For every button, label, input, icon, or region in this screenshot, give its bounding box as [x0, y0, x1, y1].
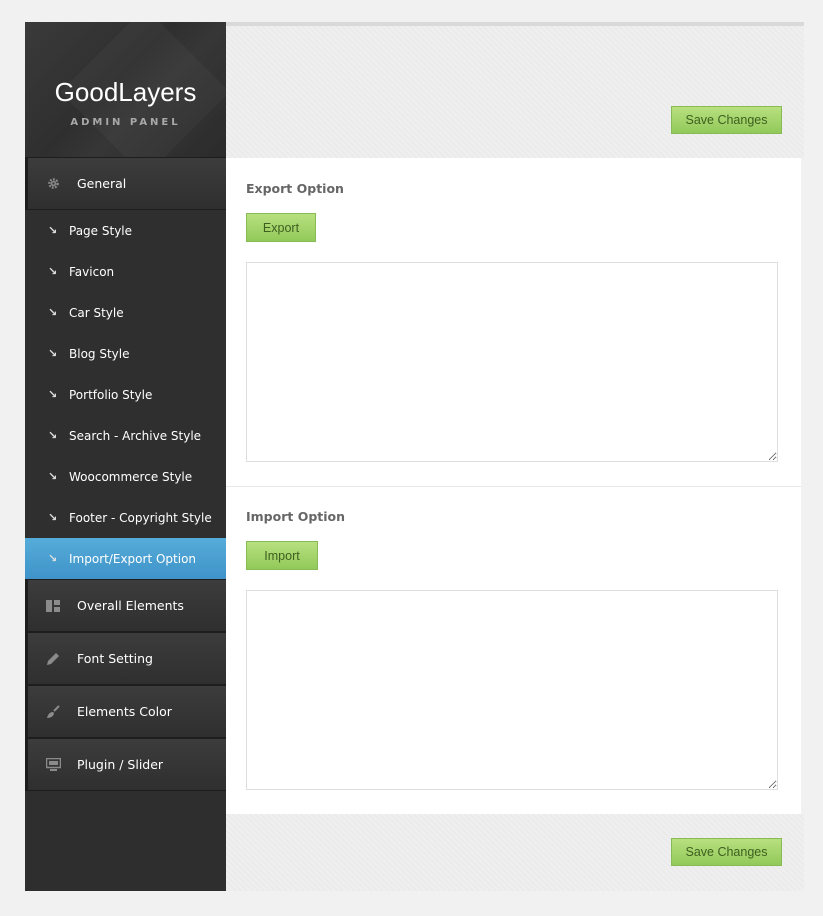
- sidebar-subitem-label: Car Style: [69, 305, 124, 320]
- arrow-down-right-icon: ↘: [48, 347, 58, 360]
- brand-title: GoodLayers: [54, 77, 197, 107]
- arrow-down-right-icon: ↘: [48, 306, 58, 319]
- sidebar-subitem-page-style[interactable]: ↘ Page Style: [25, 210, 226, 251]
- sidebar-subitem-search-archive-style[interactable]: ↘ Search - Archive Style: [25, 415, 226, 456]
- sidebar-subitem-label: Import/Export Option: [69, 551, 197, 566]
- sidebar-item-label: Elements Color: [77, 704, 172, 719]
- menu-edge: [25, 633, 28, 684]
- sidebar-subitem-label: Blog Style: [69, 346, 130, 361]
- main-content: Export Option Export Import Option Impor…: [226, 158, 801, 814]
- sidebar-subitem-car-style[interactable]: ↘ Car Style: [25, 292, 226, 333]
- arrow-down-right-icon: ↘: [48, 511, 58, 524]
- menu-edge: [25, 739, 28, 790]
- sidebar-item-plugin-slider[interactable]: Plugin / Slider: [25, 738, 226, 791]
- menu-edge: [25, 580, 28, 631]
- arrow-down-right-icon: ↘: [48, 224, 58, 237]
- monitor-icon: [45, 757, 61, 773]
- sidebar-item-label: Plugin / Slider: [77, 757, 164, 772]
- layout-icon: [45, 598, 61, 614]
- sidebar-item-overall-elements[interactable]: Overall Elements: [25, 579, 226, 632]
- save-changes-button-bottom[interactable]: Save Changes: [671, 838, 782, 866]
- sidebar: GoodLayers ADMIN PANEL General ↘ Page St…: [25, 22, 226, 891]
- sidebar-item-general[interactable]: General: [25, 157, 226, 210]
- sidebar-subitem-portfolio-style[interactable]: ↘ Portfolio Style: [25, 374, 226, 415]
- menu-edge: [25, 158, 28, 209]
- header-bar: Save Changes: [226, 26, 804, 158]
- import-section-title: Import Option: [246, 509, 346, 524]
- sidebar-item-elements-color[interactable]: Elements Color: [25, 685, 226, 738]
- brand-header: GoodLayers ADMIN PANEL: [25, 22, 226, 157]
- arrow-down-right-icon: ↘: [48, 470, 58, 483]
- pencil-icon: [45, 651, 61, 667]
- footer-bar: Save Changes: [226, 814, 804, 891]
- section-divider: [226, 486, 801, 487]
- sidebar-subitem-label: Favicon: [69, 264, 115, 279]
- gear-icon: [45, 176, 61, 192]
- arrow-down-right-icon: ↘: [48, 265, 58, 278]
- export-section-title: Export Option: [246, 181, 344, 196]
- sidebar-subitem-favicon[interactable]: ↘ Favicon: [25, 251, 226, 292]
- sidebar-subitem-label: Woocommerce Style: [69, 469, 193, 484]
- sidebar-item-label: Overall Elements: [77, 598, 184, 613]
- sidebar-subitem-footer-copyright-style[interactable]: ↘ Footer - Copyright Style: [25, 497, 226, 538]
- menu-edge: [25, 686, 28, 737]
- sidebar-subitem-label: Search - Archive Style: [69, 428, 202, 443]
- sidebar-subitem-label: Portfolio Style: [69, 387, 153, 402]
- export-button[interactable]: Export: [246, 213, 316, 242]
- import-textarea[interactable]: [246, 590, 778, 790]
- arrow-down-right-icon: ↘: [48, 429, 58, 442]
- sidebar-subitem-woocommerce-style[interactable]: ↘ Woocommerce Style: [25, 456, 226, 497]
- export-textarea[interactable]: [246, 262, 778, 462]
- import-button[interactable]: Import: [246, 541, 318, 570]
- save-changes-button-top[interactable]: Save Changes: [671, 106, 782, 134]
- sidebar-subitem-blog-style[interactable]: ↘ Blog Style: [25, 333, 226, 374]
- sidebar-item-label: Font Setting: [77, 651, 153, 666]
- brand-subtitle: ADMIN PANEL: [70, 117, 181, 128]
- sidebar-item-label: General: [77, 176, 127, 191]
- sidebar-subitem-import-export-option[interactable]: ↘ Import/Export Option: [25, 538, 226, 579]
- sidebar-item-font-setting[interactable]: Font Setting: [25, 632, 226, 685]
- arrow-down-right-icon: ↘: [48, 388, 58, 401]
- sidebar-subitem-label: Footer - Copyright Style: [69, 510, 212, 525]
- brush-icon: [45, 704, 61, 720]
- sidebar-subitem-label: Page Style: [69, 223, 133, 238]
- arrow-down-right-icon: ↘: [48, 552, 58, 565]
